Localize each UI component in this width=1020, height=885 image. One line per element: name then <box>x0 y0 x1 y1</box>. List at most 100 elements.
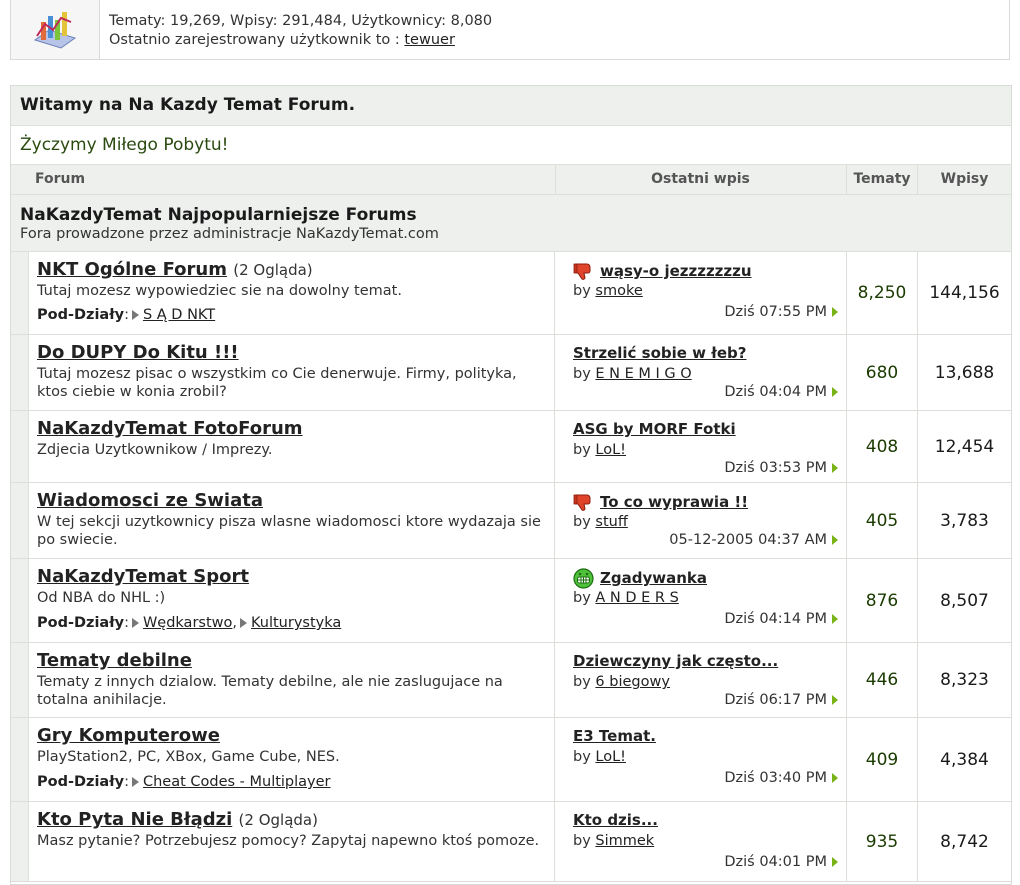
subforum-link[interactable]: Wędkarstwo <box>143 615 232 631</box>
last-post-time: Dziś 03:53 PM <box>724 460 827 476</box>
last-post-cell: ASG by MORF Fotki by LoL! Dziś 03:53 PM <box>555 411 847 482</box>
forum-info-cell: NKT Ogólne Forum (2 Ogląda) Tutaj mozesz … <box>29 252 555 334</box>
last-post-topic-line: Zgadywanka <box>573 568 707 589</box>
last-post-topic-line: Strzelić sobie w łeb? <box>573 344 746 362</box>
last-post-author-line: by stuff <box>573 514 628 530</box>
last-post-cell: Zgadywanka by A N D E R S Dziś 04:14 PM <box>555 559 847 642</box>
last-post-author-link[interactable]: LoL! <box>595 749 626 765</box>
last-post-topic-link[interactable]: Dziewczyny jak często... <box>573 652 778 670</box>
forum-title-link[interactable]: NaKazdyTemat FotoForum <box>37 418 303 439</box>
last-post-author-link[interactable]: stuff <box>595 514 627 530</box>
last-post-cell: wąsy-o jezzzzzzzu by smoke Dziś 07:55 PM <box>555 252 847 334</box>
subforum-link[interactable]: Cheat Codes - Multiplayer <box>143 774 331 790</box>
last-post-time: Dziś 04:01 PM <box>724 854 827 870</box>
forum-title-link[interactable]: Kto Pyta Nie Błądzi <box>37 809 232 830</box>
last-post-topic-link[interactable]: Strzelić sobie w łeb? <box>573 344 746 362</box>
forum-title-link[interactable]: Do DUPY Do Kitu !!! <box>37 342 239 363</box>
last-post-date: Dziś 07:55 PM <box>724 304 838 320</box>
last-post-time: Dziś 06:17 PM <box>724 692 827 708</box>
by-label: by <box>573 590 591 606</box>
stats-icon-cell <box>11 0 100 59</box>
col-forum: Forum <box>35 171 86 187</box>
welcome-message: Życzymy Miłego Pobytu! <box>11 126 1011 165</box>
thumbs-down-icon <box>573 263 591 280</box>
last-post-author-line: by LoL! <box>573 442 626 458</box>
forum-info-cell: Kto Pyta Nie Błądzi (2 Ogląda) Masz pytan… <box>29 802 555 881</box>
last-post-author-link[interactable]: smoke <box>595 283 642 299</box>
forum-title-line: Tematy debilne <box>37 650 192 671</box>
last-post-time: 05-12-2005 04:37 AM <box>669 532 827 548</box>
last-post-time: Dziś 04:04 PM <box>724 384 827 400</box>
go-to-last-post-icon[interactable] <box>832 773 838 783</box>
category-title[interactable]: NaKazdyTemat Najpopularniejsze Forums <box>20 195 1011 225</box>
last-post-topic-link[interactable]: ASG by MORF Fotki <box>573 420 736 438</box>
by-label: by <box>573 674 591 690</box>
forum-description: Tutaj mozesz wypowiedziec sie na dowolny… <box>37 283 402 299</box>
by-label: by <box>573 514 591 530</box>
last-post-author-line: by Simmek <box>573 833 654 849</box>
post-count: 8,323 <box>940 670 989 690</box>
last-post-author-link[interactable]: A N D E R S <box>595 590 678 606</box>
last-post-date: Dziś 03:53 PM <box>724 460 838 476</box>
forum-info-cell: Wiadomosci ze Swiata W tej sekcji uzytkow… <box>29 483 555 558</box>
forum-row: Tematy debilne Tematy z innych dzialow. T… <box>11 643 1011 718</box>
col-topics: Tematy <box>847 165 918 194</box>
forum-title-line: NaKazdyTemat Sport <box>37 566 249 587</box>
forum-description: PlayStation2, PC, XBox, Game Cube, NES. <box>37 749 340 765</box>
subforum-link[interactable]: S Ą D NKT <box>143 307 215 323</box>
stats-chart-icon <box>33 12 77 49</box>
topic-count: 680 <box>847 335 918 410</box>
post-count: 13,688 <box>934 362 995 383</box>
last-post-time: Dziś 03:40 PM <box>724 770 827 786</box>
newest-member-link[interactable]: tewuer <box>404 32 455 48</box>
last-post-topic-line: To co wyprawia !! <box>573 492 748 513</box>
forum-title-link[interactable]: Wiadomosci ze Swiata <box>37 490 263 511</box>
go-to-last-post-icon[interactable] <box>832 387 838 397</box>
thumbs-down-icon <box>573 494 591 511</box>
last-post-author-link[interactable]: 6 biegowy <box>595 674 670 690</box>
last-post-author-link[interactable]: LoL! <box>595 442 626 458</box>
last-post-date: Dziś 04:14 PM <box>724 611 838 627</box>
go-to-last-post-icon[interactable] <box>832 535 838 545</box>
last-post-topic-link[interactable]: Kto dzis... <box>573 811 658 829</box>
last-post-topic-link[interactable]: E3 Temat. <box>573 727 656 745</box>
forum-title-link[interactable]: NKT Ogólne Forum <box>37 259 227 280</box>
go-to-last-post-icon[interactable] <box>832 614 838 624</box>
forum-title-link[interactable]: Tematy debilne <box>37 650 192 671</box>
forum-status-strip <box>11 483 29 558</box>
last-post-author-line: by E N E M I G O <box>573 366 692 382</box>
forum-row: Do DUPY Do Kitu !!! Tutaj mozesz pisac o … <box>11 335 1011 411</box>
forum-title-link[interactable]: Gry Komputerowe <box>37 725 220 746</box>
last-post-author-link[interactable]: Simmek <box>595 833 654 849</box>
last-post-topic-link[interactable]: wąsy-o jezzzzzzzu <box>600 262 752 280</box>
topic-count: 446 <box>847 643 918 717</box>
go-to-last-post-icon[interactable] <box>832 463 838 473</box>
forum-viewers: (2 Ogląda) <box>238 811 318 829</box>
forum-status-strip <box>11 718 29 801</box>
last-post-topic-line: ASG by MORF Fotki <box>573 420 736 438</box>
last-post-date: Dziś 06:17 PM <box>724 692 838 708</box>
subforums-label: Pod-Działy <box>37 774 125 790</box>
stats-totals: Tematy: 19,269, Wpisy: 291,484, Użytkown… <box>109 13 493 29</box>
forum-status-strip <box>11 643 29 717</box>
last-post-topic-line: E3 Temat. <box>573 727 656 745</box>
forum-description: Tematy z innych dzialow. Tematy debilne,… <box>37 674 503 708</box>
go-to-last-post-icon[interactable] <box>832 695 838 705</box>
last-post-author-line: by 6 biegowy <box>573 674 670 690</box>
board-stats-panel: Tematy: 19,269, Wpisy: 291,484, Użytkown… <box>10 0 1010 60</box>
topic-count: 409 <box>847 718 918 801</box>
go-to-last-post-icon[interactable] <box>832 307 838 317</box>
last-post-topic-link[interactable]: To co wyprawia !! <box>600 493 748 511</box>
forum-status-strip <box>11 252 29 334</box>
forum-title-line: Gry Komputerowe <box>37 725 220 746</box>
forum-row: Kto Pyta Nie Błądzi (2 Ogląda) Masz pytan… <box>11 802 1011 882</box>
last-post-topic-line: wąsy-o jezzzzzzzu <box>573 261 752 282</box>
last-post-author-line: by LoL! <box>573 749 626 765</box>
subforum-link[interactable]: Kulturystyka <box>251 615 341 631</box>
go-to-last-post-icon[interactable] <box>832 857 838 867</box>
forum-title-link[interactable]: NaKazdyTemat Sport <box>37 566 249 587</box>
post-count: 8,507 <box>940 590 989 611</box>
forum-row: NaKazdyTemat Sport Od NBA do NHL :) Pod-Dz… <box>11 559 1011 643</box>
last-post-topic-link[interactable]: Zgadywanka <box>600 569 707 587</box>
last-post-author-link[interactable]: E N E M I G O <box>595 366 691 382</box>
